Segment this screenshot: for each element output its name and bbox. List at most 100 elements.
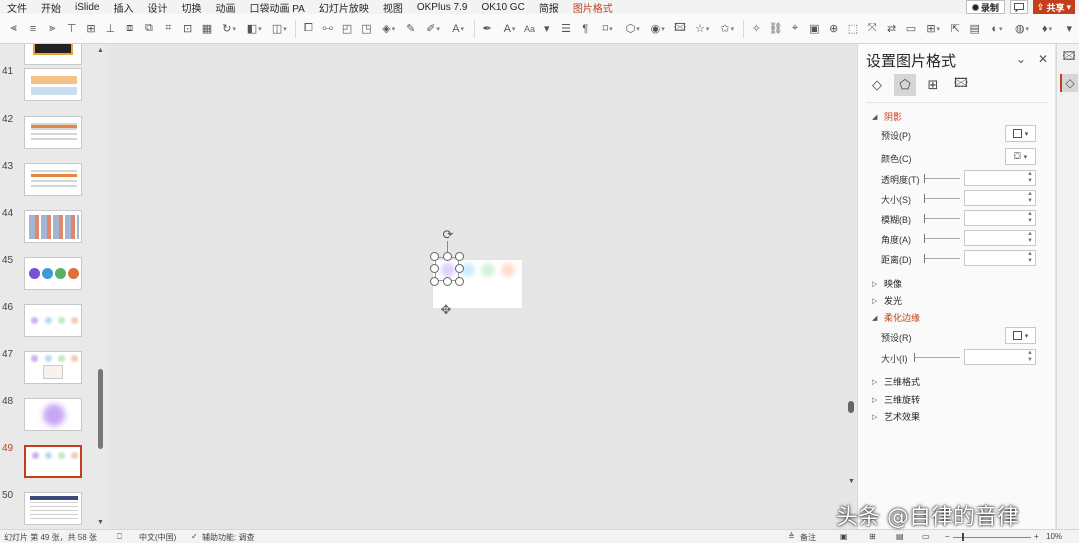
menu-transitions[interactable]: 切换 [174,0,208,15]
section-reflection[interactable]: ▷ 映像 [872,277,902,290]
ungroup-icon[interactable]: ⧟ [320,21,335,37]
section-3d-rotation[interactable]: ▷ 三维旋转 [872,393,920,406]
language-status[interactable]: 中文(中国) [139,532,176,543]
slide-thumbnail-50[interactable] [24,492,82,525]
eyedropper-icon[interactable]: ✎ [403,21,418,37]
slide-thumbnail-46[interactable] [24,304,82,337]
canvas-scrollbar-thumb[interactable] [848,401,854,413]
transparency-input[interactable]: ▲ ▼ [964,170,1036,186]
zoom-slider-knob[interactable] [962,533,964,541]
align-middle-icon[interactable]: ⊞ [83,21,98,37]
font-size-label[interactable]: Aa [522,24,537,34]
group-icon[interactable]: ⧠ [301,21,316,37]
menu-animations[interactable]: 动画 [208,0,242,15]
menu-briefing[interactable]: 简报 [532,0,566,15]
slide-sorter-icon[interactable]: ⊞ [869,532,876,541]
effects-icon[interactable]: ◍ [1011,21,1032,37]
color-wheel-icon[interactable]: ◐ [986,21,1007,37]
zoom-slider[interactable] [953,537,1031,538]
font-color-icon[interactable]: A [448,21,469,37]
blur-input[interactable]: ▲ ▼ [964,210,1036,226]
picture-tab-icon[interactable]: 🖾 [950,74,972,96]
slide-thumbnail-49[interactable] [24,445,82,478]
scroll-down-icon[interactable]: ▼ [848,478,855,485]
photo-icon[interactable]: ▤ [967,21,982,37]
spellcheck-icon[interactable]: ⎕ [117,532,122,542]
section-glow[interactable]: ▷ 发光 [872,294,902,307]
slide-thumbnail-40[interactable] [24,44,82,65]
blurred-circle-orange[interactable] [501,263,515,277]
close-icon[interactable]: ✕ [1038,52,1048,66]
align-center-icon[interactable]: ≡ [25,21,40,37]
menu-picture-format[interactable]: 图片格式 [566,0,620,15]
menu-insert[interactable]: 插入 [106,0,140,15]
menu-slideshow[interactable]: 幻灯片放映 [312,0,376,15]
shape-icon[interactable]: ◧ [244,21,265,37]
resize-handle-nw[interactable] [430,252,439,261]
distribute-v-icon[interactable]: ⧉ [141,21,156,37]
resize-handle-s[interactable] [443,277,452,286]
link-icon[interactable]: ⛓ [768,21,783,37]
align-top-icon[interactable]: ⊤ [64,21,79,37]
zoom-out-icon[interactable]: − [945,532,950,541]
effects-pentagon-icon[interactable]: ⬠ [894,74,916,96]
resize-handle-e[interactable] [455,264,464,273]
plus-icon[interactable]: ⊕ [826,21,841,37]
scroll-down-icon[interactable]: ▼ [97,519,104,526]
paragraph-icon[interactable]: ¶ [578,21,593,37]
canvas-scrollbar[interactable] [846,44,856,529]
slide-thumbnail-43[interactable] [24,163,82,196]
spinner-arrows-icon[interactable]: ▲ ▼ [1027,251,1033,265]
align-left-icon[interactable]: ⫷ [6,21,21,37]
spinner-arrows-icon[interactable]: ▲ ▼ [1027,191,1033,205]
slide-thumbnail-42[interactable] [24,116,82,149]
chevron-down-icon[interactable]: ⌄ [1016,52,1026,66]
angle-slider[interactable] [924,234,960,243]
anchor-icon[interactable]: ⌖ [787,21,802,37]
menu-home[interactable]: 开始 [34,0,68,15]
slide-thumbnail-41[interactable] [24,68,82,101]
outline-color-icon[interactable]: ✐ [423,21,444,37]
menu-ok10[interactable]: OK10 GC [474,2,531,13]
grid-icon[interactable]: ▦ [199,21,214,37]
soft-edge-size-input[interactable]: ▲ ▼ [964,349,1036,365]
slide-thumbnail-48[interactable] [24,398,82,431]
soft-edge-size-slider[interactable] [914,353,960,362]
slide-thumbnail-44[interactable] [24,210,82,243]
fill-line-icon[interactable]: ◇ [866,74,888,96]
resize-handle-ne[interactable] [455,252,464,261]
align-bottom-icon[interactable]: ⊥ [103,21,118,37]
brush-icon[interactable]: ♦ [1037,21,1058,37]
resize-handle-sw[interactable] [430,277,439,286]
menu-pocket-animation[interactable]: 口袋动画 PA [242,0,311,15]
spinner-arrows-icon[interactable]: ▲ ▼ [1027,231,1033,245]
section-artistic-effects[interactable]: ▷ 艺术效果 [872,410,920,423]
favorite-icon[interactable]: ✧ [749,21,764,37]
spinner-arrows-icon[interactable]: ▲ ▼ [1027,171,1033,185]
shadow-preset-dropdown[interactable]: ▾ [1005,125,1036,142]
zoom-level[interactable]: 10% [1046,532,1062,541]
crop-icon[interactable]: ⌗ [161,21,176,37]
format-shape-icon[interactable]: ◇ [1060,74,1078,92]
pattern-icon[interactable]: ⬚ [845,21,860,37]
resize-handle-n[interactable] [443,252,452,261]
section-soft-edges[interactable]: ◢ 柔化边缘 [872,311,920,324]
slide-thumbnails-pane[interactable]: 41 42 43 44 45 46 47 48 49 50 ▲ ▼ [0,44,108,529]
spinner-arrows-icon[interactable]: ▲ ▼ [1027,211,1033,225]
zoom-in-icon[interactable]: + [1034,532,1039,541]
transparency-slider[interactable] [924,174,960,183]
angle-input[interactable]: ▲ ▼ [964,230,1036,246]
distance-slider[interactable] [924,254,960,263]
star-outline-icon[interactable]: ✩ [717,21,738,37]
soft-edge-preset-dropdown[interactable]: ▾ [1005,327,1036,344]
thumbnails-scrollbar[interactable] [98,369,103,449]
pen-icon[interactable]: ✒ [480,21,495,37]
replace-icon[interactable]: ⇄ [884,21,899,37]
distance-input[interactable]: ▲ ▼ [964,250,1036,266]
section-3d-format[interactable]: ▷ 三维格式 [872,375,920,388]
chevron-down-icon[interactable]: ▾ [539,21,554,37]
export-icon[interactable]: ⇱ [948,21,963,37]
layer-icon[interactable]: ◫ [269,21,290,37]
size-properties-icon[interactable]: ⊞ [922,74,944,96]
resize-icon[interactable]: ⊡ [180,21,195,37]
